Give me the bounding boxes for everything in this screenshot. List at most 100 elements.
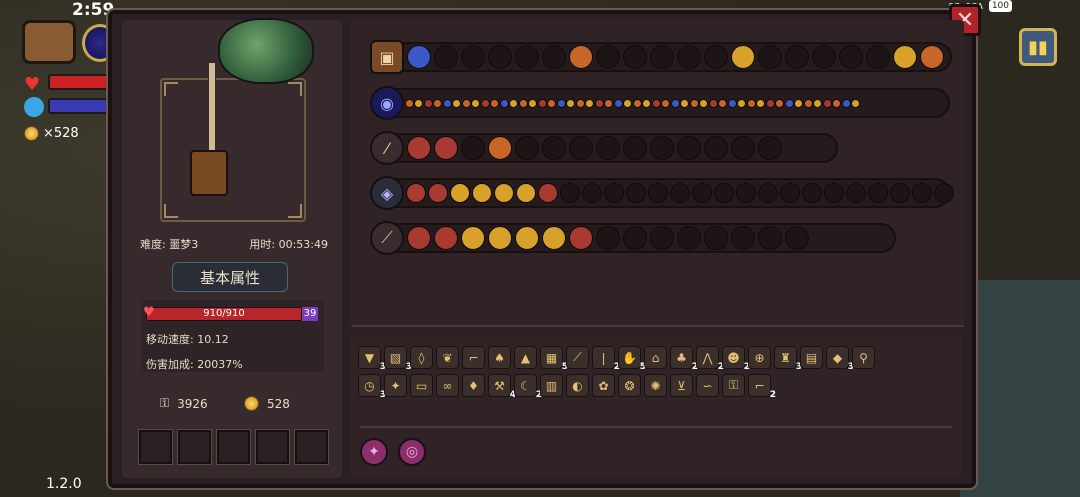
heart-gem-slot[interactable] — [407, 136, 431, 160]
empty-slot[interactable] — [542, 45, 566, 69]
gem-slot[interactable] — [494, 183, 514, 203]
goggles-icon[interactable]: ∞ — [436, 374, 459, 397]
empty-slot[interactable] — [542, 136, 566, 160]
crystal-flower-icon[interactable]: ✿ — [592, 374, 615, 397]
gem-slot[interactable] — [472, 183, 492, 203]
bone-club-icon[interactable]: ⟋ — [370, 221, 404, 255]
empty-slot[interactable] — [758, 136, 782, 160]
gem-slot[interactable] — [499, 98, 509, 108]
clock-icon[interactable]: ◷ 3 — [358, 374, 386, 400]
empty-slot[interactable] — [934, 183, 954, 203]
feather-icon[interactable]: ❘ 2 — [592, 346, 620, 372]
gem-slot[interactable] — [756, 98, 765, 108]
fangs-icon[interactable]: ⋀ 2 — [696, 346, 724, 372]
gem-slot[interactable] — [566, 98, 575, 108]
accessory-slot[interactable] — [216, 429, 251, 465]
gem-slot[interactable] — [670, 98, 680, 108]
empty-slot[interactable] — [650, 226, 674, 250]
gem-slot[interactable] — [575, 98, 585, 108]
gem-slot[interactable] — [623, 98, 632, 108]
lantern-icon[interactable]: ◊ — [410, 346, 433, 369]
empty-slot[interactable] — [670, 183, 690, 203]
gem-slot[interactable] — [832, 98, 841, 108]
gem-slot[interactable] — [813, 98, 822, 108]
spider-icon[interactable]: ✺ — [644, 374, 667, 397]
gem-slot[interactable] — [708, 98, 718, 108]
empty-slot[interactable] — [515, 45, 539, 69]
empty-slot[interactable] — [824, 183, 844, 203]
herb-icon[interactable]: ♣ 2 — [670, 346, 698, 372]
gem-slot[interactable] — [471, 98, 480, 108]
gem-slot[interactable] — [765, 98, 775, 108]
cup-icon[interactable]: ⊻ — [670, 374, 693, 397]
dagger-icon[interactable]: ⟋ — [566, 346, 589, 369]
empty-slot[interactable] — [596, 226, 620, 250]
signal-gem-slot[interactable] — [461, 226, 485, 250]
rune-swirl-icon[interactable]: ✦ — [360, 438, 388, 466]
empty-slot[interactable] — [650, 136, 674, 160]
empty-slot[interactable] — [758, 226, 782, 250]
empty-slot[interactable] — [596, 136, 620, 160]
empty-slot[interactable] — [731, 226, 755, 250]
gem-slot[interactable] — [414, 98, 423, 108]
empty-slot[interactable] — [780, 183, 800, 203]
gem-slot[interactable] — [516, 183, 536, 203]
empty-slot[interactable] — [582, 183, 602, 203]
gem-slot[interactable] — [547, 98, 556, 108]
gem-slot[interactable] — [822, 98, 832, 108]
empty-slot[interactable] — [626, 183, 646, 203]
gem-slot[interactable] — [699, 98, 708, 108]
gem-slot[interactable] — [480, 98, 490, 108]
empty-slot[interactable] — [785, 45, 809, 69]
gem-slot[interactable] — [851, 98, 860, 108]
accessory-slot[interactable] — [138, 429, 173, 465]
empty-slot[interactable] — [434, 45, 458, 69]
magnifier-icon[interactable]: ⚲ — [852, 346, 875, 369]
empty-slot[interactable] — [868, 183, 888, 203]
boots-icon[interactable]: ⌐ 2 — [748, 374, 776, 400]
robe-icon[interactable]: ♜ 3 — [774, 346, 802, 372]
leaf-icon[interactable]: ❦ — [436, 346, 459, 369]
gem-slot[interactable] — [518, 98, 528, 108]
empty-slot[interactable] — [912, 183, 932, 203]
gem-slot[interactable] — [841, 98, 851, 108]
empty-slot[interactable] — [461, 136, 485, 160]
gem-slot[interactable] — [442, 98, 452, 108]
gem-slot[interactable] — [585, 98, 594, 108]
accessory-slot[interactable] — [177, 429, 212, 465]
vortex-orb-icon[interactable]: ◉ — [370, 86, 404, 120]
empty-slot[interactable] — [604, 183, 624, 203]
gem-slot[interactable] — [528, 98, 537, 108]
empty-slot[interactable] — [812, 45, 836, 69]
gem-slot[interactable] — [613, 98, 623, 108]
worm-icon[interactable]: ∽ — [696, 374, 719, 397]
empty-slot[interactable] — [704, 226, 728, 250]
empty-slot[interactable] — [731, 136, 755, 160]
helmet-icon[interactable]: ▲ — [514, 346, 537, 369]
signal-gem-slot[interactable] — [488, 226, 512, 250]
gem-slot[interactable] — [784, 98, 794, 108]
rune-spiral-icon[interactable]: ◎ — [398, 438, 426, 466]
rune-tablet-icon[interactable]: ◈ — [370, 176, 404, 210]
basic-attributes-tab[interactable]: 基本属性 — [172, 262, 288, 292]
hat-icon[interactable]: ⌂ — [644, 346, 667, 369]
gem-slot[interactable] — [689, 98, 699, 108]
gem-slot[interactable] — [731, 45, 755, 69]
gem-slot[interactable] — [538, 183, 558, 203]
book-icon[interactable]: ▥ — [540, 374, 563, 397]
empty-slot[interactable] — [846, 183, 866, 203]
empty-slot[interactable] — [677, 45, 701, 69]
empty-slot[interactable] — [488, 45, 512, 69]
gem-slot[interactable] — [488, 136, 512, 160]
gem-slot[interactable] — [746, 98, 756, 108]
key-icon[interactable]: ⚿ — [722, 374, 745, 397]
gem-slot[interactable] — [450, 183, 470, 203]
empty-slot[interactable] — [677, 226, 701, 250]
empty-slot[interactable] — [704, 45, 728, 69]
scroll-icon[interactable]: ▤ — [800, 346, 823, 369]
gem-slot[interactable] — [407, 45, 431, 69]
gem-slot[interactable] — [661, 98, 670, 108]
empty-slot[interactable] — [866, 45, 890, 69]
gem-slot[interactable] — [490, 98, 499, 108]
cape-icon[interactable]: ◆ 3 — [826, 346, 854, 372]
